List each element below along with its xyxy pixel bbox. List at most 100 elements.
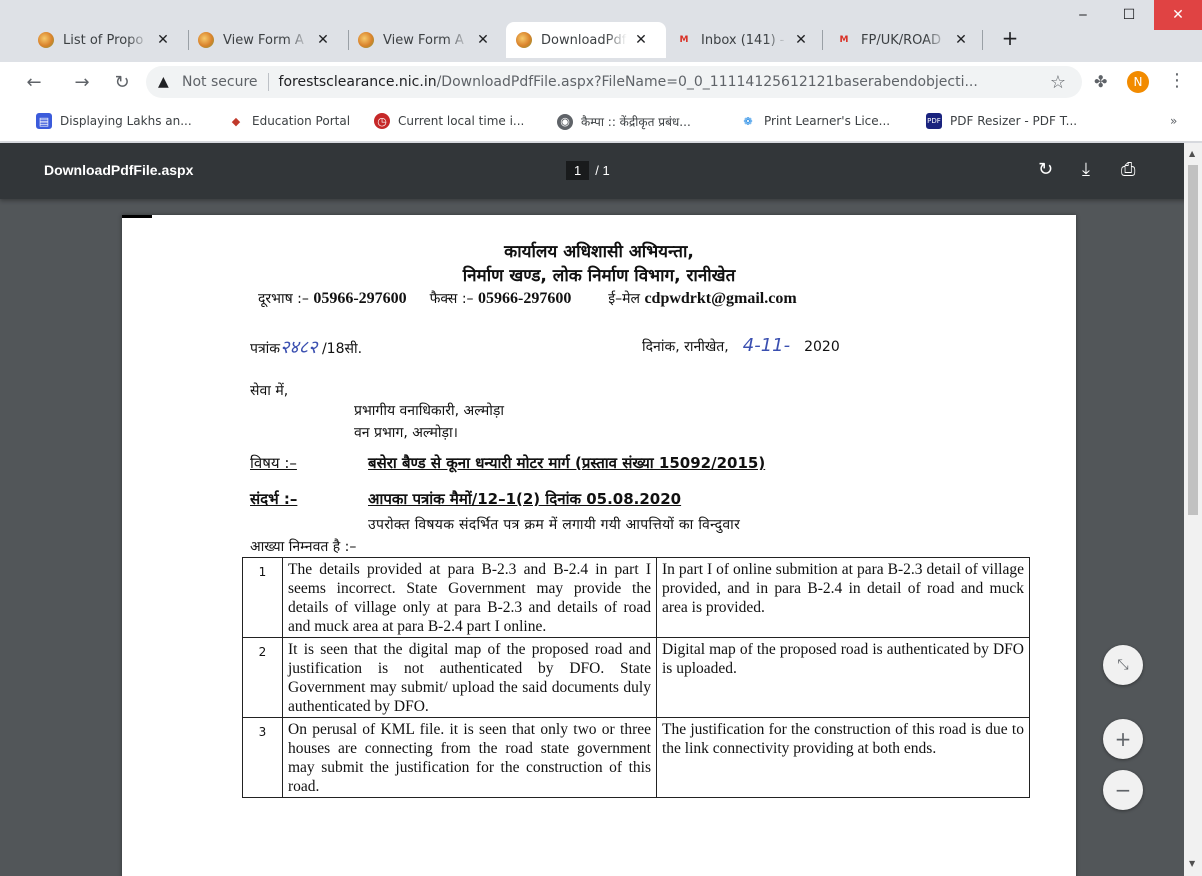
table-row: 2 It is seen that the digital map of the… xyxy=(242,637,1030,718)
security-label[interactable]: Not secure xyxy=(182,74,258,90)
tab-download-pdf[interactable]: DownloadPdf ✕ xyxy=(506,22,666,58)
date-label: दिनांक, रानीखेत, xyxy=(642,339,729,355)
url-host: forestsclearance.nic.in xyxy=(278,74,437,90)
pdf-toolbar: DownloadPdfFile.aspx 1 / 1 ↻ ⤓ ⎙ xyxy=(0,143,1202,199)
subject-line: विषय :– बसेरा बैण्ड से कूना धन्यारी मोटर … xyxy=(250,453,765,473)
maximize-button[interactable]: ☐ xyxy=(1106,0,1152,30)
tab-title: View Form A xyxy=(383,32,464,48)
phone-number: 05966-297600 xyxy=(313,290,407,307)
extensions-puzzle-icon[interactable]: ✤ xyxy=(1094,72,1107,91)
salutation: सेवा में, xyxy=(250,383,289,399)
objection-cell: On perusal of KML file. it is seen that … xyxy=(282,717,657,798)
reference-text: आपका पत्रांक मैमों/12–1(2) दिनांक 05.08.… xyxy=(368,490,682,508)
close-tab-icon[interactable]: ✕ xyxy=(315,32,331,48)
date-year: 2020 xyxy=(804,339,840,355)
bookmark-item[interactable]: ▤ Displaying Lakhs an... xyxy=(36,113,192,129)
browser-toolbar: ← → ↻ ▲ Not secure forestsclearance.nic.… xyxy=(0,62,1202,102)
tab-strip: List of Propo ✕ View Form A ✕ View Form … xyxy=(0,0,1202,62)
addressee-line-2: वन प्रभाग, अल्मोड़ा। xyxy=(354,425,458,441)
globe-icon: ◉ xyxy=(557,113,573,130)
bookmark-label: Current local time i... xyxy=(398,114,525,128)
reference-label: संदर्भ :– xyxy=(250,490,298,508)
bookmark-item[interactable]: ◷ Current local time i... xyxy=(374,113,524,129)
warning-icon[interactable]: ▲ xyxy=(158,74,174,90)
bookmark-star-icon[interactable]: ☆ xyxy=(1050,72,1066,93)
page-indicator: 1 / 1 xyxy=(566,161,610,180)
bookmark-label: Print Learner's Lice... xyxy=(764,114,891,128)
vertical-scrollbar[interactable]: ▲ ▼ xyxy=(1184,143,1202,876)
browser-window: List of Propo ✕ View Form A ✕ View Form … xyxy=(0,0,1202,876)
reload-icon[interactable]: ↻ xyxy=(110,70,134,94)
url-path: /DownloadPdfFile.aspx?FileName=0_0_11114… xyxy=(436,74,978,90)
objections-table: 1 The details provided at para B-2.3 and… xyxy=(242,557,1030,798)
addressee-line-1: प्रभागीय वनाधिकारी, अल्मोड़ा xyxy=(354,403,504,419)
zoom-out-button[interactable]: − xyxy=(1103,770,1143,810)
phone-label: दूरभाष :– xyxy=(258,291,309,307)
bookmark-label: PDF Resizer - PDF T... xyxy=(950,114,1078,128)
forest-clearance-icon xyxy=(38,32,54,48)
scroll-down-arrow-icon[interactable]: ▼ xyxy=(1189,859,1195,868)
objection-cell: The details provided at para B-2.3 and B… xyxy=(282,557,657,638)
page-corner-mark xyxy=(122,215,152,218)
bookmark-item[interactable]: ❁ Print Learner's Lice... xyxy=(740,113,890,129)
reply-cell: Digital map of the proposed road is auth… xyxy=(656,637,1030,718)
letter-reference: पत्रांक२४८२ /18सी. xyxy=(250,335,362,359)
forest-clearance-icon xyxy=(516,32,532,48)
print-icon[interactable]: ⎙ xyxy=(1121,159,1135,180)
pdf-viewport: कार्यालय अधिशासी अभियन्ता, निर्माण खण्ड,… xyxy=(0,199,1202,876)
bookmark-label: कैम्पा :: केंद्रीकृत प्रबंध... xyxy=(581,115,691,129)
scrollbar-thumb[interactable] xyxy=(1188,165,1198,515)
pdf-title: DownloadPdfFile.aspx xyxy=(44,162,194,178)
address-bar[interactable]: ▲ Not secure forestsclearance.nic.in/Dow… xyxy=(146,66,1082,98)
ref-prefix: पत्रांक xyxy=(250,341,281,357)
bookmark-item[interactable]: PDF PDF Resizer - PDF T... xyxy=(926,113,1077,129)
back-icon[interactable]: ← xyxy=(22,70,46,94)
bookmark-item[interactable]: ◆ Education Portal xyxy=(228,113,350,129)
tab-gmail-fp-road[interactable]: M FP/UK/ROAD ✕ xyxy=(826,22,982,58)
forward-icon[interactable]: → xyxy=(70,70,94,94)
bookmarks-bar: ▤ Displaying Lakhs an... ◆ Education Por… xyxy=(0,102,1202,142)
fit-to-page-icon[interactable]: ⤡ xyxy=(1103,645,1143,685)
rotate-icon[interactable]: ↻ xyxy=(1038,159,1053,180)
close-tab-icon[interactable]: ✕ xyxy=(633,32,649,48)
download-icon[interactable]: ⤓ xyxy=(1082,159,1090,180)
close-tab-icon[interactable]: ✕ xyxy=(953,32,969,48)
profile-avatar[interactable]: N xyxy=(1127,71,1149,93)
intro-paragraph-line-2: आख्या निम्नवत है :– xyxy=(250,539,357,555)
tab-gmail-inbox[interactable]: M Inbox (141) - ✕ xyxy=(666,22,820,58)
handwritten-ref-number: २४८२ xyxy=(280,337,318,358)
minimize-button[interactable]: ‒ xyxy=(1060,0,1106,30)
graduation-cap-icon: ◆ xyxy=(231,114,241,128)
intro-paragraph-line-1: उपरोक्त विषयक संदर्भित पत्र क्रम में लगा… xyxy=(368,517,741,533)
handwritten-date: 4-11- xyxy=(742,335,791,356)
bookmark-item[interactable]: ◉ कैम्पा :: केंद्रीकृत प्रबंध... xyxy=(557,113,691,130)
tab-title: List of Propo xyxy=(63,32,144,48)
browser-menu-icon[interactable]: ⋮ xyxy=(1168,70,1186,91)
tab-separator xyxy=(822,30,823,50)
fax-number: 05966-297600 xyxy=(478,290,572,307)
tab-view-form-a-2[interactable]: View Form A ✕ xyxy=(348,22,508,58)
zoom-in-button[interactable]: + xyxy=(1103,719,1143,759)
tab-list-of-proposals[interactable]: List of Propo ✕ xyxy=(28,22,188,58)
tab-title: Inbox (141) - xyxy=(701,32,785,48)
row-number: 1 xyxy=(242,557,283,638)
emblem-icon: ❁ xyxy=(743,114,753,128)
pdf-page: कार्यालय अधिशासी अभियन्ता, निर्माण खण्ड,… xyxy=(122,215,1076,876)
clock-icon: ◷ xyxy=(374,113,390,129)
slides-icon: ▤ xyxy=(36,113,52,129)
forest-clearance-icon xyxy=(198,32,214,48)
tab-view-form-a-1[interactable]: View Form A ✕ xyxy=(188,22,348,58)
divider xyxy=(267,73,269,91)
tab-title: View Form A xyxy=(223,32,304,48)
close-tab-icon[interactable]: ✕ xyxy=(475,32,491,48)
more-bookmarks-icon[interactable]: » xyxy=(1170,114,1177,128)
contact-line: दूरभाष :– 05966-297600 फैक्स :– 05966-29… xyxy=(258,289,797,308)
letter-date: दिनांक, रानीखेत, 4-11- 2020 xyxy=(642,335,840,356)
current-page-input[interactable]: 1 xyxy=(566,161,590,180)
scroll-up-arrow-icon[interactable]: ▲ xyxy=(1189,149,1195,158)
close-tab-icon[interactable]: ✕ xyxy=(155,32,171,48)
close-window-button[interactable]: ✕ xyxy=(1154,0,1202,30)
new-tab-button[interactable]: + xyxy=(1000,28,1020,48)
bookmark-label: Displaying Lakhs an... xyxy=(60,114,192,128)
close-tab-icon[interactable]: ✕ xyxy=(793,32,809,48)
